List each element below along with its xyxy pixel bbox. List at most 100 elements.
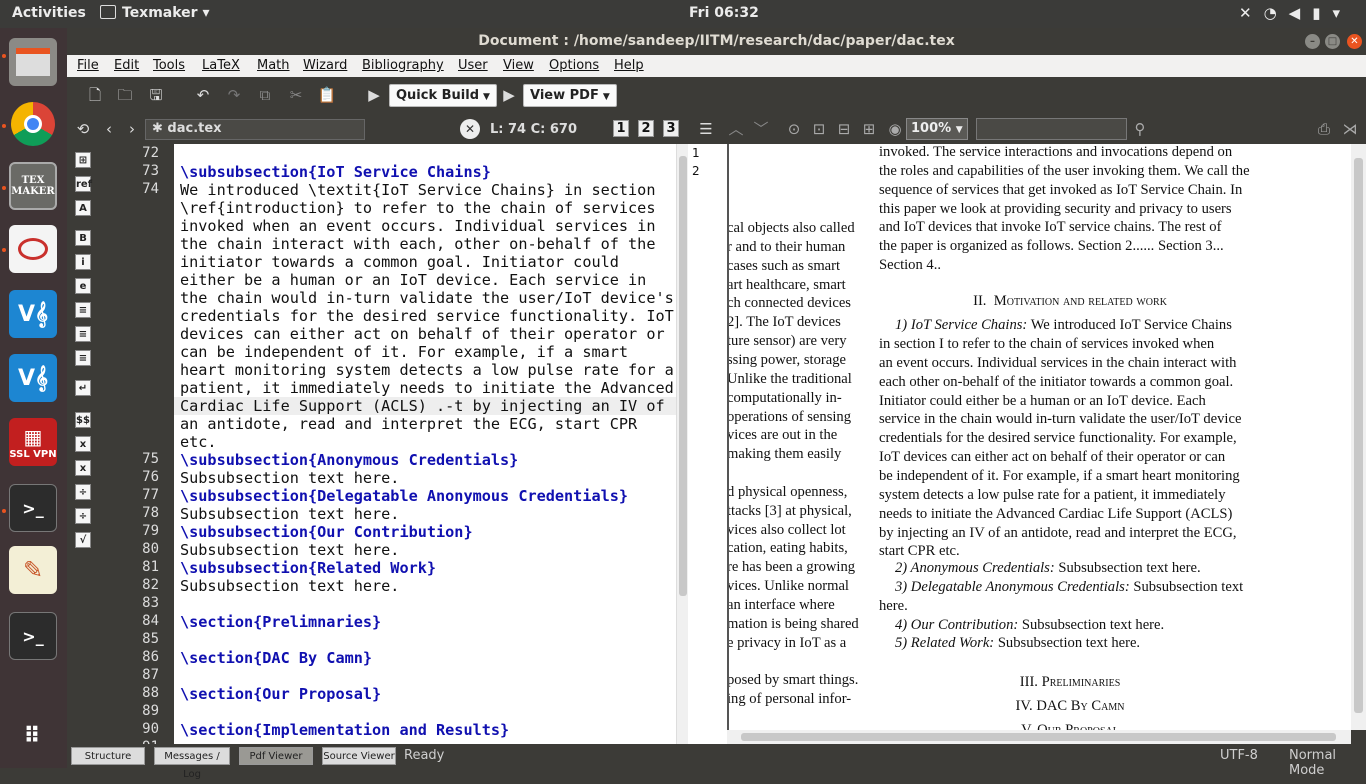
subscript-icon[interactable]: x: [75, 436, 91, 452]
terminal-icon[interactable]: >_: [9, 612, 57, 660]
terminal-icon[interactable]: >_: [9, 484, 57, 532]
document-selector[interactable]: ✱ dac.tex: [145, 119, 365, 140]
wifi-icon[interactable]: ◔: [1264, 4, 1289, 22]
font-size-icon[interactable]: A: [75, 200, 91, 216]
files-icon[interactable]: [9, 38, 57, 86]
menu-file[interactable]: File: [77, 58, 99, 73]
pdf-viewer-tab[interactable]: Pdf Viewer: [239, 747, 313, 765]
chevron-down-icon[interactable]: ▾: [1332, 4, 1352, 22]
math-mode-icon[interactable]: $$: [75, 412, 91, 428]
scrollbar-thumb[interactable]: [679, 156, 687, 596]
pdf-reader-icon[interactable]: [9, 225, 57, 273]
newline-icon[interactable]: ↵: [75, 380, 91, 396]
battery-icon[interactable]: ▮: [1312, 4, 1332, 22]
fraction-icon[interactable]: ÷: [75, 484, 91, 500]
keyboard-icon[interactable]: ✕: [1239, 4, 1264, 22]
italic-icon[interactable]: i: [75, 254, 91, 270]
vnc-viewer-icon[interactable]: V𝄞: [9, 290, 57, 338]
quick-build-dropdown[interactable]: Quick Build ▼: [389, 84, 497, 107]
ref-icon[interactable]: ref: [75, 176, 92, 192]
view-3-button[interactable]: 3: [663, 120, 679, 137]
zoom-out-icon[interactable]: ⊟: [834, 119, 854, 139]
align-center-icon[interactable]: ≡: [75, 326, 91, 342]
volume-icon[interactable]: ◀: [1289, 4, 1313, 22]
window-title-bar[interactable]: Document : /home/sandeep/IITM/research/d…: [67, 28, 1366, 55]
minimize-icon[interactable]: –: [1305, 34, 1320, 49]
structure-tab[interactable]: Structure: [71, 747, 145, 765]
menu-wizard[interactable]: Wizard: [303, 58, 347, 73]
emphasis-icon[interactable]: e: [75, 278, 91, 294]
undo-icon[interactable]: ↶: [193, 85, 213, 105]
pin-icon[interactable]: ⋊: [1340, 119, 1360, 139]
source-editor[interactable]: \subsubsection{IoT Service Chains} We in…: [174, 144, 676, 744]
pdf-vertical-scrollbar[interactable]: [1351, 144, 1366, 730]
page-item[interactable]: 1: [692, 146, 700, 160]
redo-icon[interactable]: ↷: [224, 85, 244, 105]
page-up-icon[interactable]: ︿: [726, 119, 746, 139]
texmaker-icon[interactable]: TEX MAKER: [9, 162, 57, 210]
scrollbar-thumb[interactable]: [741, 733, 1336, 741]
source-viewer-tab[interactable]: Source Viewer: [322, 747, 396, 765]
save-icon[interactable]: 🖫: [146, 85, 166, 105]
menu-help[interactable]: Help: [614, 58, 644, 73]
run-icon[interactable]: ▶: [364, 85, 384, 105]
sqrt-icon[interactable]: √: [75, 532, 91, 548]
system-tray[interactable]: ✕◔◀▮▾: [1239, 4, 1352, 22]
pdf-horizontal-scrollbar[interactable]: [727, 730, 1351, 744]
fit-page-icon[interactable]: ⊙: [784, 119, 804, 139]
dfrac-icon[interactable]: ÷: [75, 508, 91, 524]
label-icon[interactable]: ⊞: [75, 152, 91, 168]
fit-width-icon[interactable]: ⊡: [809, 119, 829, 139]
page-item[interactable]: 2: [692, 164, 700, 178]
paste-icon[interactable]: 📋: [317, 85, 337, 105]
messages-log-tab[interactable]: Messages / Log: [154, 747, 230, 780]
menu-math[interactable]: Math: [257, 58, 290, 73]
copy-icon[interactable]: ⧉: [255, 85, 275, 105]
new-file-icon[interactable]: 🗋: [85, 85, 105, 105]
pdf-search-input[interactable]: [976, 118, 1127, 140]
menu-user[interactable]: User: [458, 58, 488, 73]
cut-icon[interactable]: ✂: [286, 85, 306, 105]
view-2-button[interactable]: 2: [638, 120, 654, 137]
bold-icon[interactable]: B: [75, 230, 91, 246]
refresh-icon[interactable]: ⟲: [73, 119, 93, 139]
app-menu[interactable]: Texmaker ▾: [100, 5, 210, 21]
encoding-indicator[interactable]: UTF-8: [1220, 748, 1258, 763]
align-right-icon[interactable]: ≡: [75, 350, 91, 366]
ssl-vpn-icon[interactable]: ▦ SSL VPN: [9, 418, 57, 466]
next-document-icon[interactable]: ›: [122, 119, 142, 139]
view-1-button[interactable]: 1: [613, 120, 629, 137]
menu-latex[interactable]: LaTeX: [202, 58, 240, 73]
menu-tools[interactable]: Tools: [153, 58, 185, 73]
editor-scrollbar[interactable]: [676, 144, 688, 744]
menu-edit[interactable]: Edit: [114, 58, 139, 73]
clock[interactable]: Fri 06:32: [689, 5, 759, 21]
toc-icon[interactable]: ☰: [696, 119, 716, 139]
zoom-select[interactable]: 100% ▼: [906, 118, 968, 140]
vnc-viewer-icon[interactable]: V𝄞: [9, 354, 57, 402]
show-applications-icon[interactable]: ⠿: [9, 712, 57, 760]
text-editor-icon[interactable]: ✎: [9, 546, 57, 594]
view-run-icon[interactable]: ▶: [499, 85, 519, 105]
scrollbar-thumb[interactable]: [1354, 158, 1363, 713]
pdf-viewer[interactable]: cal objects also called r and to their hu…: [727, 144, 1351, 730]
print-icon[interactable]: ⎙: [1314, 119, 1334, 139]
magnifier-view-icon[interactable]: ◉: [885, 119, 905, 139]
activities-button[interactable]: Activities: [12, 5, 86, 21]
zoom-in-icon[interactable]: ⊞: [859, 119, 879, 139]
maximize-icon[interactable]: □: [1325, 34, 1340, 49]
pdf-paragraph-line: 1) IoT Service Chains: We introduced IoT…: [895, 317, 1232, 334]
previous-document-icon[interactable]: ‹: [99, 119, 119, 139]
chrome-icon[interactable]: [9, 100, 57, 148]
open-file-icon[interactable]: 🗀: [115, 85, 135, 105]
page-down-icon[interactable]: ﹀: [751, 119, 771, 139]
close-icon[interactable]: ✕: [1347, 34, 1362, 49]
align-left-icon[interactable]: ≡: [75, 302, 91, 318]
menu-options[interactable]: Options: [549, 58, 599, 73]
menu-view[interactable]: View: [503, 58, 534, 73]
menu-bibliography[interactable]: Bibliography: [362, 58, 444, 73]
close-document-icon[interactable]: ✕: [460, 119, 480, 139]
view-pdf-dropdown[interactable]: View PDF ▼: [523, 84, 617, 107]
superscript-icon[interactable]: x: [75, 460, 91, 476]
search-icon[interactable]: ⚲: [1130, 119, 1150, 139]
